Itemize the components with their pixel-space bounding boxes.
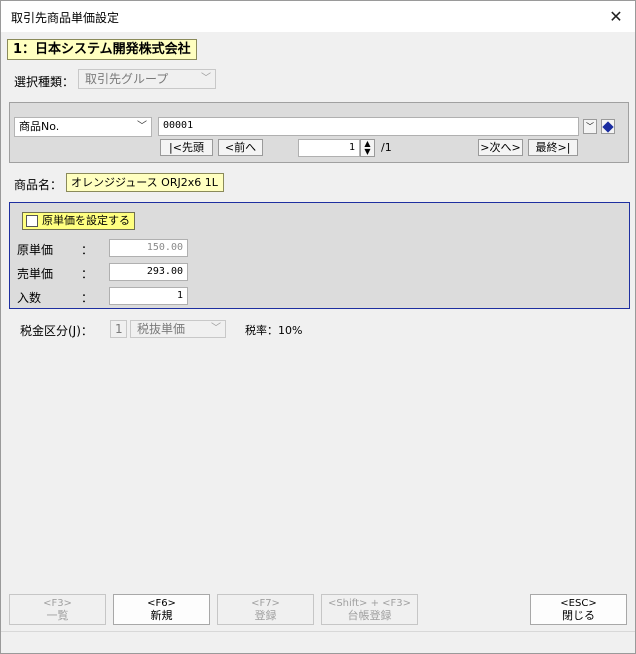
page-total: /1 xyxy=(381,141,392,154)
next-button[interactable]: >次へ> xyxy=(478,139,523,156)
last-button[interactable]: 最終>| xyxy=(528,139,578,156)
sell-price-colon: ： xyxy=(81,267,94,281)
close-icon[interactable]: ✕ xyxy=(603,5,629,29)
list-label: 一覧 xyxy=(46,609,69,622)
quantity-label: 入数 xyxy=(17,291,42,305)
first-button[interactable]: |<先頭 xyxy=(160,139,213,156)
window-title: 取引先商品単価設定 xyxy=(11,11,120,25)
page-input[interactable]: 1 xyxy=(298,139,360,157)
title-bar: 取引先商品単価設定 ✕ xyxy=(1,1,635,32)
chevron-down-icon: ﹀ xyxy=(137,121,147,132)
ledger-register-label: 台帳登録 xyxy=(347,609,392,622)
quantity-colon: ： xyxy=(81,291,94,305)
cost-price-label: 原単価 xyxy=(17,243,54,257)
ledger-register-button[interactable]: <Shift> + <F3> 台帳登録 xyxy=(321,594,418,625)
set-cost-checkbox[interactable]: 原単価を設定する xyxy=(22,212,135,230)
tax-code-input[interactable]: 1 xyxy=(110,320,127,338)
company-label: 1：日本システム開発株式会社 xyxy=(7,39,197,60)
checkbox-icon xyxy=(26,215,38,227)
tax-class-label: 税金区分(J)： xyxy=(20,324,93,338)
selection-type-select[interactable]: 取引先グループ ﹀ xyxy=(78,69,216,89)
cost-price-colon: ： xyxy=(81,243,94,257)
field-select-value: 商品No. xyxy=(19,120,60,133)
tax-type-select[interactable]: 税抜単価 ﹀ xyxy=(130,320,226,338)
close-button[interactable]: <ESC> 閉じる xyxy=(530,594,627,625)
new-label: 新規 xyxy=(150,609,173,622)
dialog-window: 取引先商品単価設定 ✕ 1：日本システム開発株式会社 選択種類： 取引先グループ… xyxy=(0,0,636,654)
search-button[interactable] xyxy=(601,119,615,134)
tax-rate: 税率：10% xyxy=(245,324,303,337)
code-dropdown-button[interactable]: ﹀ xyxy=(583,119,597,134)
selection-type-label: 選択種類： xyxy=(14,75,75,89)
cost-price-input[interactable]: 150.00 xyxy=(109,239,188,257)
chevron-down-icon: ﹀ xyxy=(586,122,594,131)
selection-type-value: 取引先グループ xyxy=(85,72,169,86)
product-name-label: 商品名： xyxy=(14,178,63,192)
sell-price-input[interactable]: 293.00 xyxy=(109,263,188,281)
chevron-down-icon: ﹀ xyxy=(211,323,221,334)
page-spinner[interactable]: ▲ ▼ xyxy=(360,139,375,157)
prev-button[interactable]: <前へ xyxy=(218,139,263,156)
code-input[interactable]: 00001 xyxy=(158,117,579,136)
close-label: 閉じる xyxy=(562,609,595,622)
set-cost-label: 原単価を設定する xyxy=(42,214,130,227)
register-button[interactable]: <F7> 登録 xyxy=(217,594,314,625)
tax-type-value: 税抜単価 xyxy=(137,322,186,336)
quantity-input[interactable]: 1 xyxy=(109,287,188,305)
register-label: 登録 xyxy=(254,609,277,622)
new-button[interactable]: <F6> 新規 xyxy=(113,594,210,625)
spin-down-icon: ▼ xyxy=(364,147,371,156)
chevron-down-icon: ﹀ xyxy=(201,73,211,84)
field-select[interactable]: 商品No. ﹀ xyxy=(14,117,152,137)
status-bar xyxy=(1,631,635,653)
list-button[interactable]: <F3> 一覧 xyxy=(9,594,106,625)
product-name-value: オレンジジュース ORJ2x6 1L xyxy=(66,173,224,192)
sell-price-label: 売単価 xyxy=(17,267,54,281)
diamond-icon xyxy=(602,121,614,133)
